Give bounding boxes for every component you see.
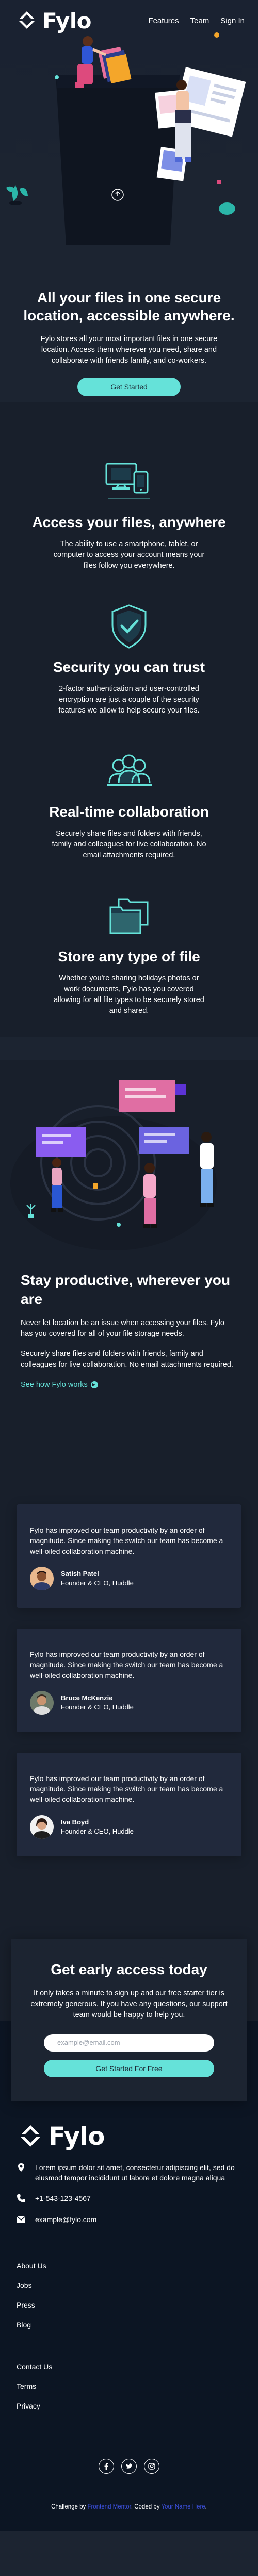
early-access-section: Get early access today It only takes a m…: [0, 1938, 258, 2104]
footer-link-contact[interactable]: Contact Us: [17, 2363, 241, 2371]
instagram-icon[interactable]: [144, 2458, 159, 2474]
nav-link-sign-in[interactable]: Sign In: [220, 16, 245, 25]
productive-section: Stay productive, wherever you are Never …: [0, 1060, 258, 1412]
early-access-card: Get early access today It only takes a m…: [11, 1938, 247, 2101]
productive-title: Stay productive, wherever you are: [21, 1272, 231, 1307]
early-access-title: Get early access today: [51, 1961, 207, 1977]
testimonial-card: Fylo has improved our team productivity …: [17, 1752, 241, 1856]
feature-collaboration: Real-time collaboration Securely share f…: [0, 748, 258, 861]
logo-text: Fylo: [42, 8, 92, 33]
footer-link-press[interactable]: Press: [17, 2301, 241, 2309]
productive-paragraph: Never let location be an issue when acce…: [21, 1318, 224, 1338]
footer-logo[interactable]: Fylo: [17, 2122, 241, 2151]
feature-storage: Store any type of file Whether you're sh…: [0, 893, 258, 1016]
email-icon: [17, 2216, 26, 2223]
testimonial-card: Fylo has improved our team productivity …: [17, 1504, 241, 1608]
hero-description: Fylo stores all your most important file…: [40, 335, 218, 365]
feature-security: Security you can trust 2-factor authenti…: [0, 603, 258, 716]
footer-phone: +1-543-123-4567: [17, 2193, 241, 2204]
avatar: [30, 1566, 54, 1590]
social-links: [17, 2458, 241, 2474]
testimonial-name: Iva Boyd: [61, 1818, 89, 1826]
shield-check-icon: [111, 604, 147, 649]
attribution-prefix: Challenge by: [51, 2503, 88, 2510]
footer: Fylo Lorem ipsum dolor sit amet, consect…: [0, 2103, 258, 2531]
footer-link-jobs[interactable]: Jobs: [17, 2281, 241, 2290]
testimonial-role: Founder & CEO, Huddle: [61, 1827, 134, 1836]
testimonial-quote: Fylo has improved our team productivity …: [30, 1526, 223, 1555]
get-started-free-button[interactable]: Get Started For Free: [44, 2059, 214, 2077]
footer-phone-text[interactable]: +1-543-123-4567: [35, 2193, 91, 2204]
logo-icon: [20, 2125, 41, 2147]
nav-link-features[interactable]: Features: [148, 16, 179, 25]
logo-icon: [19, 11, 35, 29]
avatar: [30, 1690, 54, 1715]
facebook-icon[interactable]: [99, 2458, 114, 2474]
testimonial-quote: Fylo has improved our team productivity …: [30, 1650, 223, 1680]
frontend-mentor-link[interactable]: Frontend Mentor: [87, 2504, 131, 2510]
feature-description: Securely share files and folders with fr…: [52, 829, 206, 860]
twitter-icon[interactable]: [121, 2458, 137, 2474]
footer-link-blog[interactable]: Blog: [17, 2320, 241, 2329]
hero-section: Fylo Features Team Sign In All your file…: [0, 0, 258, 402]
attribution: Challenge by Frontend Mentor. Coded by Y…: [17, 2504, 241, 2510]
testimonial-quote: Fylo has improved our team productivity …: [30, 1774, 223, 1804]
productive-paragraph: Securely share files and folders with fr…: [21, 1350, 233, 1369]
navbar: Fylo Features Team Sign In: [0, 0, 258, 41]
footer-link-privacy[interactable]: Privacy: [17, 2402, 241, 2410]
phone-icon: [17, 2194, 25, 2203]
testimonial-role: Founder & CEO, Huddle: [61, 1579, 134, 1587]
footer-email-text[interactable]: example@fylo.com: [35, 2214, 96, 2225]
footer-address: Lorem ipsum dolor sit amet, consectetur …: [17, 2162, 241, 2183]
testimonial-person: Iva Boyd Founder & CEO, Huddle: [30, 1815, 228, 1839]
folders-icon: [109, 898, 149, 934]
logo-text: Fylo: [49, 2122, 105, 2151]
nav-link-team[interactable]: Team: [190, 16, 209, 25]
get-started-button[interactable]: Get Started: [77, 378, 181, 397]
feature-title: Security you can trust: [53, 659, 205, 675]
footer-email: example@fylo.com: [17, 2214, 241, 2225]
productive-illustration: [10, 1080, 217, 1251]
hero-illustration: [6, 32, 246, 245]
testimonial-person: Bruce McKenzie Founder & CEO, Huddle: [30, 1690, 228, 1715]
footer-links-company: About Us Jobs Press Blog: [17, 2262, 241, 2329]
testimonial-person: Satish Patel Founder & CEO, Huddle: [30, 1566, 228, 1590]
feature-description: 2-factor authentication and user-control…: [58, 685, 200, 715]
see-how-link[interactable]: See how Fylo works: [21, 1381, 98, 1392]
testimonial-role: Founder & CEO, Huddle: [61, 1703, 134, 1711]
collaboration-icon: [107, 754, 152, 787]
hero-title: All your files in one secure location, a…: [23, 290, 235, 324]
arrow-right-icon: [90, 1381, 98, 1389]
location-icon: [18, 2163, 24, 2172]
testimonial-name: Bruce McKenzie: [61, 1694, 113, 1702]
feature-title: Access your files, anywhere: [32, 514, 226, 530]
hero-text: All your files in one secure location, a…: [0, 289, 258, 397]
feature-description: Whether you're sharing holidays photos o…: [54, 974, 204, 1015]
footer-link-terms[interactable]: Terms: [17, 2382, 241, 2391]
attribution-middle: . Coded by: [131, 2503, 162, 2510]
logo[interactable]: Fylo: [15, 8, 92, 33]
see-how-link-label: See how Fylo works: [21, 1381, 88, 1389]
nav-links: Features Team Sign In: [148, 16, 245, 25]
email-input[interactable]: [44, 2033, 214, 2052]
footer-address-text: Lorem ipsum dolor sit amet, consectetur …: [35, 2163, 235, 2182]
devices-icon: [105, 463, 150, 499]
feature-title: Store any type of file: [58, 948, 200, 965]
feature-title: Real-time collaboration: [49, 804, 209, 820]
feature-description: The ability to use a smartphone, tablet,…: [53, 540, 205, 570]
productive-text: Stay productive, wherever you are Never …: [0, 1271, 258, 1392]
page: Fylo Features Team Sign In All your file…: [0, 0, 258, 2531]
footer-links-legal: Contact Us Terms Privacy: [17, 2363, 241, 2410]
avatar: [30, 1815, 54, 1839]
early-access-description: It only takes a minute to sign up and ou…: [30, 1989, 228, 2019]
attribution-suffix: .: [205, 2503, 207, 2510]
testimonials-section: Fylo has improved our team productivity …: [0, 1412, 258, 1939]
footer-link-about[interactable]: About Us: [17, 2262, 241, 2270]
features-section: Access your files, anywhere The ability …: [0, 402, 258, 1038]
testimonial-card: Fylo has improved our team productivity …: [17, 1628, 241, 1732]
testimonial-name: Satish Patel: [61, 1570, 99, 1578]
author-link[interactable]: Your Name Here: [161, 2504, 205, 2510]
feature-access: Access your files, anywhere The ability …: [0, 459, 258, 571]
